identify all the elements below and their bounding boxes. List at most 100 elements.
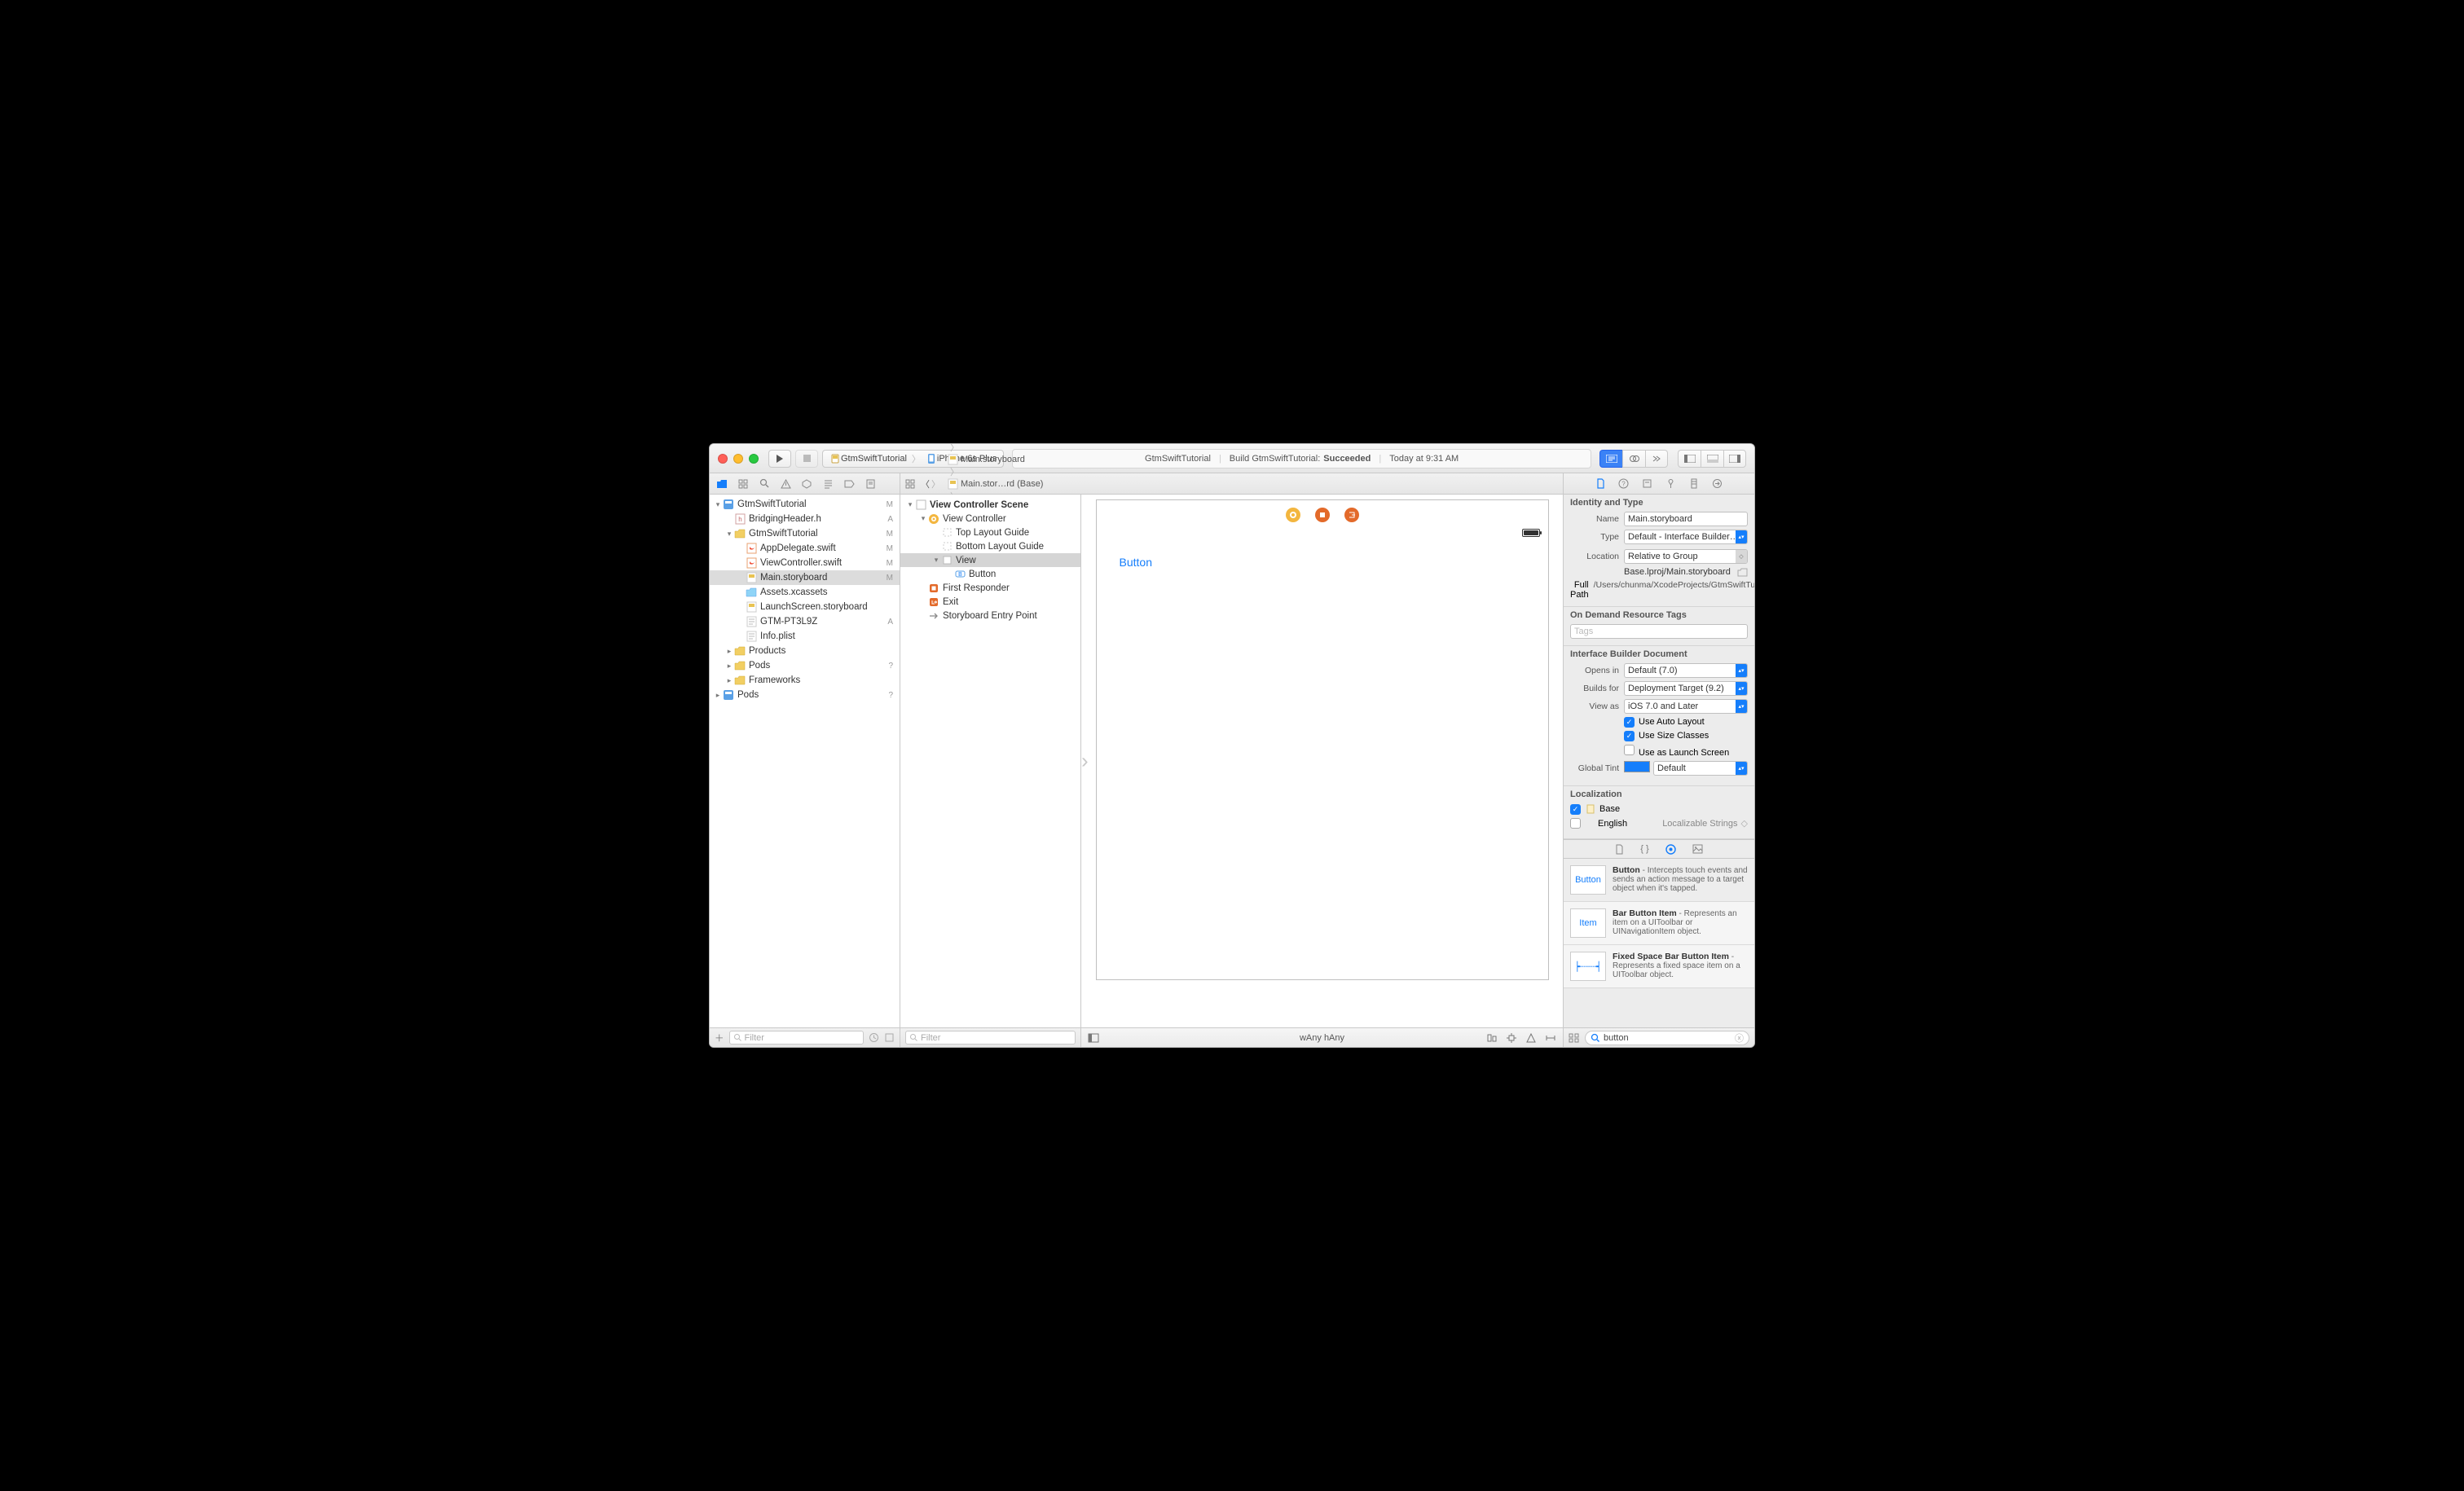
issue-navigator-tab[interactable] <box>778 479 793 489</box>
report-navigator-tab[interactable] <box>863 479 878 489</box>
code-snippet-library-tab[interactable]: { } <box>1640 844 1648 854</box>
navigator-row[interactable]: ▸ Frameworks <box>710 673 900 688</box>
buildsfor-select[interactable]: Deployment Target (9.2)▴▾ <box>1624 681 1748 696</box>
align-button[interactable] <box>1485 1031 1499 1045</box>
file-template-library-tab[interactable] <box>1615 844 1624 855</box>
outline-row[interactable]: ▾ View Controller Scene <box>900 498 1080 512</box>
pin-button[interactable] <box>1504 1031 1519 1045</box>
breadcrumb-item[interactable]: Main.stor…rd (Base) <box>947 478 1048 490</box>
canvas-button[interactable]: Button <box>1120 556 1548 569</box>
opensin-select[interactable]: Default (7.0)▴▾ <box>1624 663 1748 678</box>
quick-help-tab[interactable]: ? <box>1618 478 1629 489</box>
name-field[interactable]: Main.storyboard <box>1624 512 1748 526</box>
navigator-filter[interactable]: Filter <box>729 1031 865 1045</box>
symbol-navigator-tab[interactable] <box>736 479 750 489</box>
add-button[interactable]: ＋ <box>715 1031 724 1045</box>
launch-checkbox[interactable] <box>1624 745 1635 755</box>
library-view-mode-icon[interactable] <box>1569 1033 1580 1043</box>
library-search[interactable]: button ⓧ <box>1585 1031 1749 1045</box>
navigator-row[interactable]: Assets.xcassets <box>710 585 900 600</box>
sizeclasses-checkbox[interactable]: ✓ <box>1624 731 1635 741</box>
toggle-navigator-button[interactable] <box>1678 450 1701 468</box>
recent-filter-icon[interactable] <box>869 1032 879 1043</box>
outline-row[interactable]: B Button <box>900 567 1080 581</box>
location-select[interactable]: Relative to Group◇ <box>1624 549 1748 564</box>
project-navigator-tab[interactable] <box>715 479 729 489</box>
english-loc-checkbox[interactable] <box>1570 818 1581 829</box>
type-select[interactable]: Default - Interface Builder…▴▾ <box>1624 530 1748 544</box>
back-button[interactable]: 〈 <box>921 477 930 490</box>
viewas-select[interactable]: iOS 7.0 and Later▴▾ <box>1624 699 1748 714</box>
navigator-row[interactable]: h BridgingHeader.h A <box>710 512 900 526</box>
navigator-row[interactable]: ViewController.swift M <box>710 556 900 570</box>
navigator-row[interactable]: ▸ Products <box>710 644 900 658</box>
disclosure-icon[interactable]: ▸ <box>724 662 734 671</box>
clear-search-icon[interactable]: ⓧ <box>1735 1031 1744 1045</box>
navigator-row[interactable]: AppDelegate.swift M <box>710 541 900 556</box>
related-items-icon[interactable] <box>905 479 916 489</box>
toggle-debug-button[interactable] <box>1701 450 1723 468</box>
size-class-label[interactable]: wAny hAny <box>1300 1033 1344 1043</box>
navigator-row[interactable]: Main.storyboard M <box>710 570 900 585</box>
disclosure-icon[interactable]: ▾ <box>905 500 915 509</box>
close-window-button[interactable] <box>718 454 728 464</box>
run-button[interactable] <box>768 450 791 468</box>
scm-filter-icon[interactable] <box>884 1032 895 1043</box>
assistant-editor-button[interactable] <box>1622 450 1645 468</box>
outline-row[interactable]: First Responder <box>900 581 1080 595</box>
file-inspector-tab[interactable] <box>1596 478 1605 489</box>
disclosure-icon[interactable]: ▾ <box>713 500 723 509</box>
library-item[interactable]: Button Button - Intercepts touch events … <box>1564 859 1754 902</box>
resize-button[interactable] <box>1543 1031 1558 1045</box>
object-library-tab[interactable] <box>1665 844 1676 855</box>
disclosure-icon[interactable]: ▸ <box>724 647 734 656</box>
disclosure-icon[interactable]: ▸ <box>713 691 723 700</box>
exit-icon[interactable] <box>1344 508 1359 522</box>
debug-navigator-tab[interactable] <box>821 479 835 489</box>
media-library-tab[interactable] <box>1692 844 1703 854</box>
outline-row[interactable]: Top Layout Guide <box>900 526 1080 539</box>
forward-button[interactable]: 〉 <box>931 477 940 490</box>
library-item[interactable]: ┝┄┄┄┥ Fixed Space Bar Button Item - Repr… <box>1564 945 1754 988</box>
globaltint-select[interactable]: Default▴▾ <box>1653 761 1748 776</box>
jump-bar[interactable]: 〈 〉 GtmSwiftTutorial〉GtmSwiftTutorial〉Ma… <box>900 473 1564 494</box>
navigator-row[interactable]: ▸ Pods ? <box>710 658 900 673</box>
find-navigator-tab[interactable] <box>757 478 772 489</box>
navigator-row[interactable]: ▸ Pods ? <box>710 688 900 702</box>
outline-row[interactable]: Bottom Layout Guide <box>900 539 1080 553</box>
navigator-row[interactable]: ▾ GtmSwiftTutorial M <box>710 526 900 541</box>
outline-row[interactable]: ▾ View <box>900 553 1080 567</box>
english-loc-type[interactable]: Localizable Strings <box>1662 819 1737 829</box>
autolayout-checkbox[interactable]: ✓ <box>1624 717 1635 728</box>
breakpoint-navigator-tab[interactable] <box>842 480 856 488</box>
disclosure-icon[interactable]: ▾ <box>931 556 941 565</box>
view-controller-canvas[interactable]: Button <box>1096 499 1549 980</box>
version-editor-button[interactable] <box>1645 450 1668 468</box>
tint-swatch[interactable] <box>1624 761 1650 772</box>
vc-icon[interactable] <box>1286 508 1300 522</box>
outline-row[interactable]: ▾ View Controller <box>900 512 1080 526</box>
ib-canvas[interactable]: › Button <box>1081 495 1563 1027</box>
navigator-row[interactable]: Info.plist <box>710 629 900 644</box>
standard-editor-button[interactable] <box>1599 450 1622 468</box>
identity-inspector-tab[interactable] <box>1642 478 1652 489</box>
responder-icon[interactable] <box>1315 508 1330 522</box>
outline-row[interactable]: Storyboard Entry Point <box>900 609 1080 622</box>
navigator-row[interactable]: GTM-PT3L9Z A <box>710 614 900 629</box>
attributes-inspector-tab[interactable] <box>1665 478 1676 489</box>
disclosure-icon[interactable]: ▾ <box>918 514 928 523</box>
library-item[interactable]: Item Bar Button Item - Represents an ite… <box>1564 902 1754 945</box>
outline-row[interactable]: Exit <box>900 595 1080 609</box>
object-library-list[interactable]: Button Button - Intercepts touch events … <box>1564 859 1754 1027</box>
size-inspector-tab[interactable] <box>1689 478 1699 489</box>
breadcrumb-item[interactable]: Main.storyboard <box>947 454 1048 465</box>
connections-inspector-tab[interactable] <box>1712 478 1723 489</box>
minimize-window-button[interactable] <box>733 454 743 464</box>
zoom-window-button[interactable] <box>749 454 759 464</box>
base-loc-checkbox[interactable]: ✓ <box>1570 804 1581 815</box>
navigator-row[interactable]: LaunchScreen.storyboard <box>710 600 900 614</box>
toggle-outline-button[interactable] <box>1086 1031 1101 1045</box>
resolve-button[interactable] <box>1524 1031 1538 1045</box>
toggle-utilities-button[interactable] <box>1723 450 1746 468</box>
disclosure-icon[interactable]: ▸ <box>724 676 734 685</box>
